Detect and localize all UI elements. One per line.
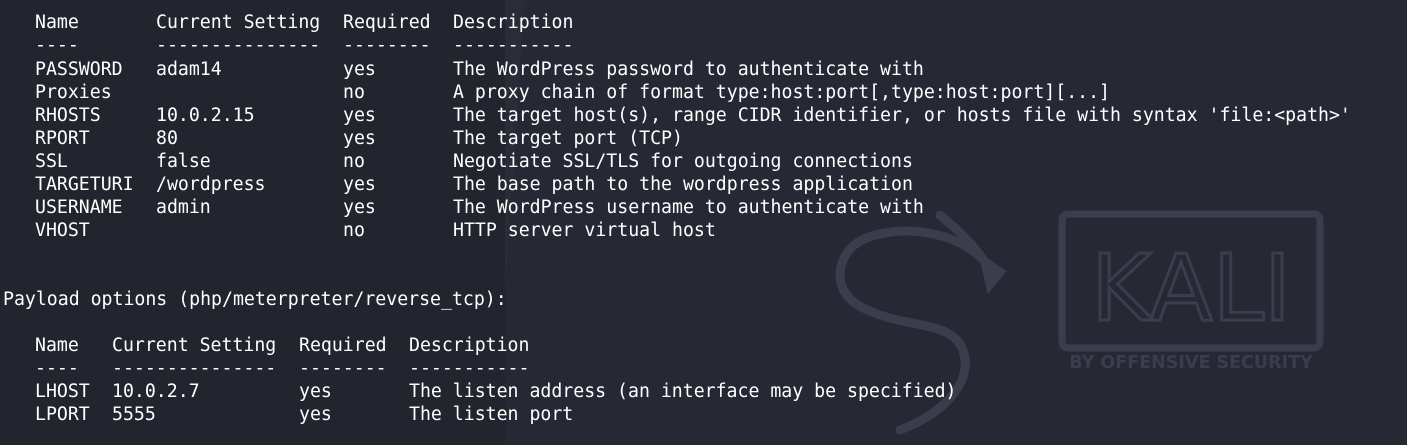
separator: ---- bbox=[35, 35, 79, 56]
option-setting: 5555 bbox=[112, 404, 156, 425]
separator: --------------- bbox=[112, 358, 277, 379]
option-setting: 10.0.2.15 bbox=[156, 105, 255, 126]
option-description: The WordPress username to authenticate w… bbox=[453, 197, 924, 218]
option-name: TARGETURI bbox=[35, 174, 134, 195]
option-description: HTTP server virtual host bbox=[453, 220, 716, 241]
separator: -------- bbox=[343, 35, 431, 56]
option-description: A proxy chain of format type:host:port[,… bbox=[453, 82, 1110, 103]
header-current-setting: Current Setting bbox=[112, 335, 277, 356]
payload-options-header-row: Name Current Setting Required Descriptio… bbox=[0, 334, 529, 357]
header-name: Name bbox=[35, 335, 79, 356]
header-description: Description bbox=[453, 12, 574, 33]
option-required: yes bbox=[343, 197, 376, 218]
option-row-targeturi: TARGETURI /wordpress yes The base path t… bbox=[0, 173, 913, 196]
option-required: no bbox=[343, 82, 365, 103]
kali-logo-text: KALI bbox=[1091, 235, 1291, 342]
option-required: yes bbox=[299, 381, 332, 402]
option-name: RPORT bbox=[35, 128, 90, 149]
header-required: Required bbox=[343, 12, 431, 33]
option-name: USERNAME bbox=[35, 197, 123, 218]
module-options-separator-row: ---- --------------- -------- ----------… bbox=[0, 34, 573, 57]
option-required: yes bbox=[343, 105, 376, 126]
separator: -------- bbox=[299, 358, 387, 379]
option-setting: admin bbox=[156, 197, 211, 218]
option-name: RHOSTS bbox=[35, 105, 101, 126]
option-name: Proxies bbox=[35, 82, 112, 103]
header-name: Name bbox=[35, 12, 79, 33]
header-description: Description bbox=[409, 335, 530, 356]
option-setting: 80 bbox=[156, 128, 178, 149]
option-name: VHOST bbox=[35, 220, 90, 241]
option-description: The listen port bbox=[409, 404, 574, 425]
separator: ----------- bbox=[453, 35, 574, 56]
payload-row-lport: LPORT 5555 yes The listen port bbox=[0, 403, 573, 426]
option-row-rport: RPORT 80 yes The target port (TCP) bbox=[0, 127, 683, 150]
option-description: The WordPress password to authenticate w… bbox=[453, 59, 924, 80]
header-current-setting: Current Setting bbox=[156, 12, 321, 33]
separator: ----------- bbox=[409, 358, 530, 379]
option-description: Negotiate SSL/TLS for outgoing connectio… bbox=[453, 151, 913, 172]
option-description: The base path to the wordpress applicati… bbox=[453, 174, 913, 195]
option-required: no bbox=[343, 151, 365, 172]
payload-heading-text: Payload options (php/meterpreter/reverse… bbox=[3, 289, 507, 310]
option-description: The target port (TCP) bbox=[453, 128, 683, 149]
option-required: no bbox=[343, 220, 365, 241]
option-required: yes bbox=[343, 59, 376, 80]
option-setting: false bbox=[156, 151, 211, 172]
option-row-username: USERNAME admin yes The WordPress usernam… bbox=[0, 196, 924, 219]
payload-row-lhost: LHOST 10.0.2.7 yes The listen address (a… bbox=[0, 380, 957, 403]
kali-tagline: BY OFFENSIVE SECURITY bbox=[1069, 353, 1313, 373]
option-row-password: PASSWORD adam14 yes The WordPress passwo… bbox=[0, 58, 924, 81]
option-name: SSL bbox=[35, 151, 68, 172]
separator: --------------- bbox=[156, 35, 321, 56]
option-required: yes bbox=[343, 174, 376, 195]
module-options-header-row: Name Current Setting Required Descriptio… bbox=[0, 11, 573, 34]
option-setting: adam14 bbox=[156, 59, 222, 80]
option-description: The listen address (an interface may be … bbox=[409, 381, 957, 402]
option-name: LPORT bbox=[35, 404, 90, 425]
payload-options-heading: Payload options (php/meterpreter/reverse… bbox=[0, 288, 507, 311]
terminal-window[interactable]: KALI BY OFFENSIVE SECURITY Name Current … bbox=[0, 0, 1407, 445]
separator: ---- bbox=[35, 358, 79, 379]
header-required: Required bbox=[299, 335, 387, 356]
option-required: yes bbox=[299, 404, 332, 425]
payload-options-separator-row: ---- --------------- -------- ----------… bbox=[0, 357, 529, 380]
option-name: PASSWORD bbox=[35, 59, 123, 80]
option-row-ssl: SSL false no Negotiate SSL/TLS for outgo… bbox=[0, 150, 913, 173]
option-row-proxies: Proxies no A proxy chain of format type:… bbox=[0, 81, 1110, 104]
option-setting: /wordpress bbox=[156, 174, 266, 195]
kali-logo: KALI BY OFFENSIVE SECURITY bbox=[1058, 210, 1324, 373]
option-description: The target host(s), range CIDR identifie… bbox=[453, 105, 1351, 126]
option-required: yes bbox=[343, 128, 376, 149]
option-setting: 10.0.2.7 bbox=[112, 381, 200, 402]
option-name: LHOST bbox=[35, 381, 90, 402]
option-row-vhost: VHOST no HTTP server virtual host bbox=[0, 219, 716, 242]
option-row-rhosts: RHOSTS 10.0.2.15 yes The target host(s),… bbox=[0, 104, 1351, 127]
